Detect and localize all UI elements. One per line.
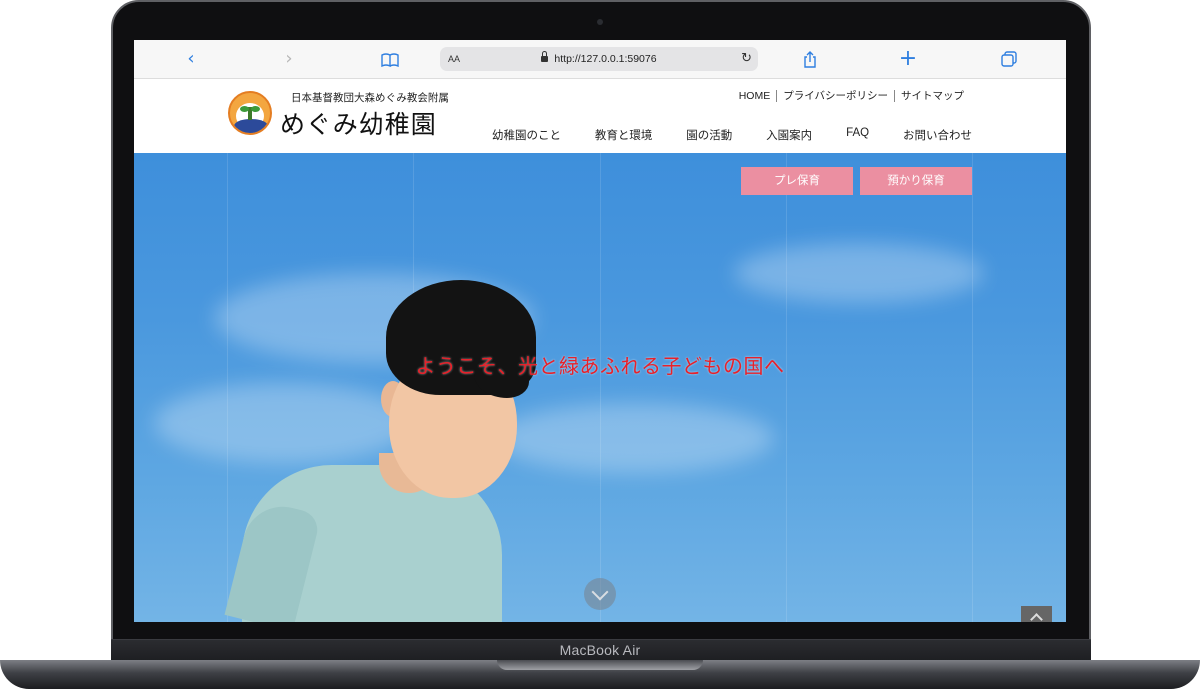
chevron-up-icon [1030, 613, 1043, 622]
lock-icon [541, 51, 549, 62]
nav-admission[interactable]: 入園案内 [766, 127, 812, 143]
site-tagline: 日本基督教団大森めぐみ教会附属 [291, 92, 449, 104]
cloud [494, 403, 774, 473]
url-text: http://127.0.0.1:59076 [554, 53, 657, 65]
laptop-notch [497, 660, 703, 670]
url-wrap: http://127.0.0.1:59076 [440, 47, 758, 71]
chevron-left-icon[interactable]: ‹ [176, 40, 206, 78]
book-icon[interactable] [375, 40, 405, 78]
gridline [600, 153, 601, 622]
util-nav-home[interactable]: HOME [733, 90, 777, 102]
camera [597, 19, 603, 25]
logo-hill [234, 119, 268, 133]
utility-nav: HOME プライバシーポリシー サイトマップ [733, 87, 970, 105]
hero-headline: ようこそ、光と緑あふれる子どもの国へ [415, 354, 785, 378]
gridline [972, 153, 973, 622]
plus-icon[interactable]: + [893, 40, 923, 78]
logo-leaf [251, 106, 260, 112]
cloud [734, 243, 984, 303]
cloud [154, 383, 414, 463]
hero: ようこそ、光と緑あふれる子どもの国へ プレ保育 預かり保育 [134, 153, 1066, 622]
gridline [227, 153, 228, 622]
site-name[interactable]: めぐみ幼稚園 [280, 105, 437, 141]
share-icon[interactable] [795, 40, 825, 78]
reload-icon[interactable]: ↻ [741, 47, 752, 71]
screen: ‹ › AA http://127.0.0.1:59076 ↻ + 日本基督教団… [134, 40, 1066, 622]
nav-contact[interactable]: お問い合わせ [903, 127, 972, 143]
util-nav-sitemap[interactable]: サイトマップ [894, 90, 970, 102]
nav-faq[interactable]: FAQ [846, 127, 869, 143]
main-nav: 幼稚園のこと 教育と環境 園の活動 入園案内 FAQ お問い合わせ [492, 127, 972, 143]
scroll-down-button[interactable] [584, 578, 616, 610]
browser-toolbar: ‹ › AA http://127.0.0.1:59076 ↻ + [134, 40, 1066, 79]
address-bar[interactable]: AA http://127.0.0.1:59076 ↻ [440, 47, 758, 71]
site-header: 日本基督教団大森めぐみ教会附属 めぐみ幼稚園 HOME プライバシーポリシー サ… [134, 79, 1066, 154]
gridline [786, 153, 787, 622]
back-to-top-button[interactable] [1021, 606, 1052, 622]
model-label: MacBook Air [559, 642, 641, 658]
nav-activities[interactable]: 園の活動 [686, 127, 732, 143]
chevron-right-icon[interactable]: › [274, 40, 304, 78]
logo-leaf [240, 106, 249, 112]
chevron-down-icon [591, 583, 609, 601]
nav-about[interactable]: 幼稚園のこと [492, 127, 561, 143]
nav-education[interactable]: 教育と環境 [595, 127, 653, 143]
pre-school-button[interactable]: プレ保育 [741, 167, 853, 195]
tabs-icon[interactable] [994, 40, 1024, 78]
childcare-button[interactable]: 預かり保育 [860, 167, 972, 195]
util-nav-privacy[interactable]: プライバシーポリシー [776, 90, 894, 102]
logo-emblem[interactable] [228, 91, 272, 135]
